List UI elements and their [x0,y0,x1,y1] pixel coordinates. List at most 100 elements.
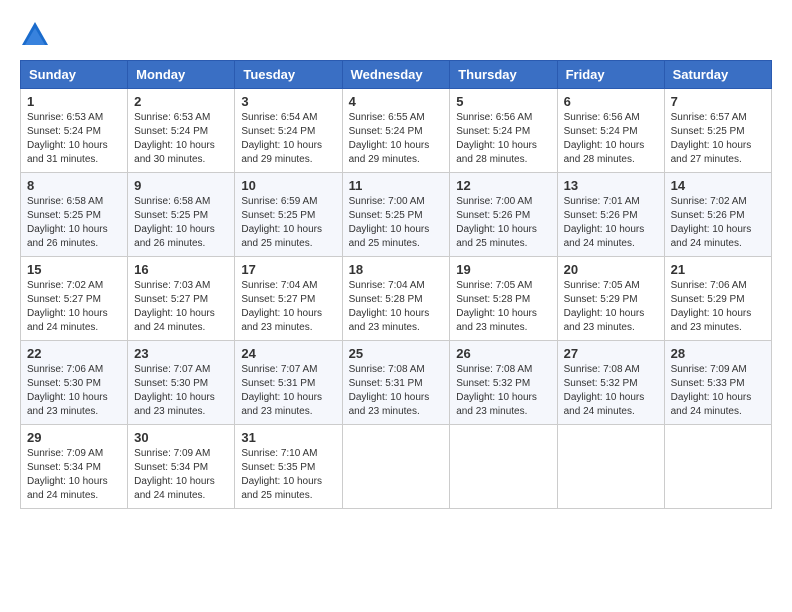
daylight-label: Daylight: 10 hours and 24 minutes. [564,392,645,417]
daylight-label: Daylight: 10 hours and 26 minutes. [134,224,215,249]
daylight-label: Daylight: 10 hours and 23 minutes. [349,392,430,417]
sunset-label: Sunset: 5:24 PM [456,126,530,137]
sunset-label: Sunset: 5:26 PM [456,210,530,221]
sunset-label: Sunset: 5:27 PM [27,294,101,305]
logo [20,20,54,50]
day-number: 14 [671,178,765,193]
weekday-header-monday: Monday [128,61,235,89]
calendar-cell: 5 Sunrise: 6:56 AM Sunset: 5:24 PM Dayli… [450,89,557,173]
calendar-cell: 17 Sunrise: 7:04 AM Sunset: 5:27 PM Dayl… [235,257,342,341]
sunrise-label: Sunrise: 7:05 AM [564,280,640,291]
daylight-label: Daylight: 10 hours and 24 minutes. [671,392,752,417]
daylight-label: Daylight: 10 hours and 29 minutes. [241,140,322,165]
day-number: 22 [27,346,121,361]
sunrise-label: Sunrise: 6:53 AM [134,112,210,123]
sunrise-label: Sunrise: 7:04 AM [349,280,425,291]
calendar-cell: 29 Sunrise: 7:09 AM Sunset: 5:34 PM Dayl… [21,425,128,509]
day-info: Sunrise: 6:53 AM Sunset: 5:24 PM Dayligh… [134,111,228,167]
day-number: 2 [134,94,228,109]
sunrise-label: Sunrise: 7:06 AM [671,280,747,291]
sunset-label: Sunset: 5:34 PM [134,462,208,473]
sunset-label: Sunset: 5:34 PM [27,462,101,473]
day-number: 15 [27,262,121,277]
sunrise-label: Sunrise: 7:09 AM [134,448,210,459]
calendar-cell: 15 Sunrise: 7:02 AM Sunset: 5:27 PM Dayl… [21,257,128,341]
calendar-cell: 20 Sunrise: 7:05 AM Sunset: 5:29 PM Dayl… [557,257,664,341]
day-number: 31 [241,430,335,445]
calendar-cell: 1 Sunrise: 6:53 AM Sunset: 5:24 PM Dayli… [21,89,128,173]
sunset-label: Sunset: 5:25 PM [349,210,423,221]
sunrise-label: Sunrise: 7:06 AM [27,364,103,375]
day-number: 21 [671,262,765,277]
week-row-2: 8 Sunrise: 6:58 AM Sunset: 5:25 PM Dayli… [21,173,772,257]
sunset-label: Sunset: 5:26 PM [671,210,745,221]
sunset-label: Sunset: 5:30 PM [27,378,101,389]
sunset-label: Sunset: 5:28 PM [456,294,530,305]
day-number: 28 [671,346,765,361]
day-info: Sunrise: 7:09 AM Sunset: 5:34 PM Dayligh… [27,447,121,503]
daylight-label: Daylight: 10 hours and 31 minutes. [27,140,108,165]
calendar-cell: 8 Sunrise: 6:58 AM Sunset: 5:25 PM Dayli… [21,173,128,257]
logo-icon [20,20,50,50]
day-number: 20 [564,262,658,277]
calendar-cell [557,425,664,509]
sunset-label: Sunset: 5:29 PM [564,294,638,305]
day-number: 3 [241,94,335,109]
calendar: SundayMondayTuesdayWednesdayThursdayFrid… [20,60,772,509]
sunrise-label: Sunrise: 7:10 AM [241,448,317,459]
calendar-cell: 6 Sunrise: 6:56 AM Sunset: 5:24 PM Dayli… [557,89,664,173]
daylight-label: Daylight: 10 hours and 28 minutes. [456,140,537,165]
day-number: 6 [564,94,658,109]
daylight-label: Daylight: 10 hours and 24 minutes. [134,308,215,333]
sunrise-label: Sunrise: 7:08 AM [456,364,532,375]
sunset-label: Sunset: 5:33 PM [671,378,745,389]
calendar-cell: 3 Sunrise: 6:54 AM Sunset: 5:24 PM Dayli… [235,89,342,173]
day-number: 24 [241,346,335,361]
weekday-header-friday: Friday [557,61,664,89]
calendar-cell: 30 Sunrise: 7:09 AM Sunset: 5:34 PM Dayl… [128,425,235,509]
sunrise-label: Sunrise: 6:54 AM [241,112,317,123]
day-number: 19 [456,262,550,277]
daylight-label: Daylight: 10 hours and 24 minutes. [671,224,752,249]
sunrise-label: Sunrise: 6:53 AM [27,112,103,123]
sunset-label: Sunset: 5:28 PM [349,294,423,305]
daylight-label: Daylight: 10 hours and 23 minutes. [456,392,537,417]
daylight-label: Daylight: 10 hours and 24 minutes. [27,308,108,333]
day-number: 26 [456,346,550,361]
daylight-label: Daylight: 10 hours and 27 minutes. [671,140,752,165]
daylight-label: Daylight: 10 hours and 23 minutes. [671,308,752,333]
day-info: Sunrise: 7:05 AM Sunset: 5:29 PM Dayligh… [564,279,658,335]
day-number: 23 [134,346,228,361]
day-number: 1 [27,94,121,109]
sunrise-label: Sunrise: 7:00 AM [456,196,532,207]
day-info: Sunrise: 6:56 AM Sunset: 5:24 PM Dayligh… [456,111,550,167]
sunrise-label: Sunrise: 7:01 AM [564,196,640,207]
sunrise-label: Sunrise: 6:57 AM [671,112,747,123]
day-number: 11 [349,178,444,193]
sunset-label: Sunset: 5:31 PM [349,378,423,389]
daylight-label: Daylight: 10 hours and 25 minutes. [241,476,322,501]
calendar-cell: 25 Sunrise: 7:08 AM Sunset: 5:31 PM Dayl… [342,341,450,425]
daylight-label: Daylight: 10 hours and 23 minutes. [349,308,430,333]
day-info: Sunrise: 7:09 AM Sunset: 5:33 PM Dayligh… [671,363,765,419]
weekday-header-saturday: Saturday [664,61,771,89]
day-number: 25 [349,346,444,361]
day-info: Sunrise: 7:03 AM Sunset: 5:27 PM Dayligh… [134,279,228,335]
daylight-label: Daylight: 10 hours and 24 minutes. [564,224,645,249]
calendar-cell: 31 Sunrise: 7:10 AM Sunset: 5:35 PM Dayl… [235,425,342,509]
day-number: 17 [241,262,335,277]
day-number: 4 [349,94,444,109]
day-info: Sunrise: 7:10 AM Sunset: 5:35 PM Dayligh… [241,447,335,503]
sunset-label: Sunset: 5:30 PM [134,378,208,389]
calendar-cell: 28 Sunrise: 7:09 AM Sunset: 5:33 PM Dayl… [664,341,771,425]
sunrise-label: Sunrise: 7:00 AM [349,196,425,207]
sunrise-label: Sunrise: 7:09 AM [671,364,747,375]
sunset-label: Sunset: 5:27 PM [134,294,208,305]
sunset-label: Sunset: 5:29 PM [671,294,745,305]
day-info: Sunrise: 6:54 AM Sunset: 5:24 PM Dayligh… [241,111,335,167]
day-info: Sunrise: 7:05 AM Sunset: 5:28 PM Dayligh… [456,279,550,335]
daylight-label: Daylight: 10 hours and 23 minutes. [241,392,322,417]
sunrise-label: Sunrise: 6:55 AM [349,112,425,123]
calendar-cell [450,425,557,509]
calendar-cell: 10 Sunrise: 6:59 AM Sunset: 5:25 PM Dayl… [235,173,342,257]
